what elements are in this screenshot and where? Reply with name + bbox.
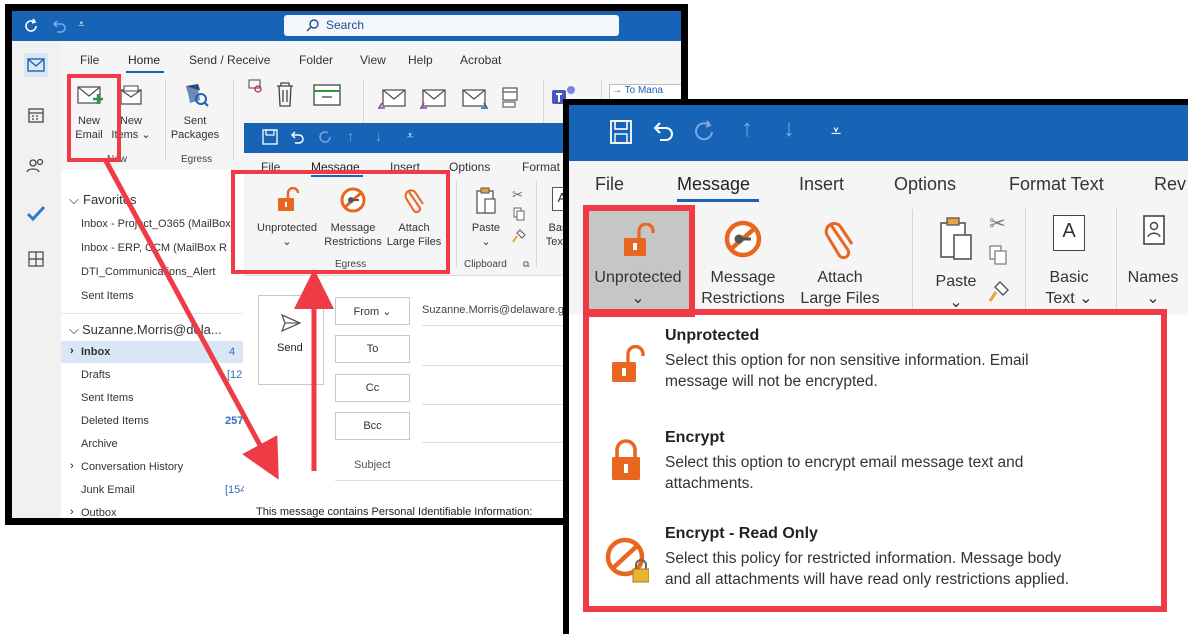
tab-message[interactable]: Message [677, 174, 750, 195]
quick-access-dropdown-icon[interactable]: ⩡ [831, 121, 841, 142]
message-restrictions-button[interactable]: Message Restrictions [697, 215, 789, 309]
names-button[interactable]: Names ⌄ [1121, 215, 1185, 309]
paperclip-icon [824, 217, 856, 261]
redo-icon[interactable] [693, 119, 717, 145]
copy-icon[interactable] [989, 245, 1007, 265]
separator [1025, 209, 1026, 309]
tab-file[interactable]: File [595, 174, 624, 195]
up-arrow-icon[interactable]: ↑ [741, 115, 753, 143]
tab-options[interactable]: Options [894, 174, 956, 195]
tab-insert[interactable]: Insert [799, 174, 844, 195]
dropdown-chevron-icon: ⌄ [1146, 290, 1160, 307]
basic-text-button[interactable]: A Basic Text ⌄ [1033, 215, 1105, 309]
tab-message-underline [677, 199, 759, 202]
restriction-icon [723, 219, 763, 259]
font-a-icon: A [1053, 215, 1085, 251]
zoomed-compose-window: ↑ ↓ ⩡ File Message Insert Options Format… [563, 99, 1188, 634]
zoom-title-bar: ↑ ↓ ⩡ [569, 105, 1188, 161]
undo-icon[interactable] [651, 119, 675, 143]
names-label: Names [1127, 269, 1179, 286]
separator [912, 209, 913, 309]
zoom-ribbon-tabs: File Message Insert Options Format Text … [569, 161, 1188, 205]
tab-review[interactable]: Rev [1154, 174, 1186, 195]
attach-large-files-button[interactable]: Attach Large Files [794, 215, 886, 309]
arrow-new-email-to-compose [103, 159, 279, 480]
separator [1116, 209, 1117, 309]
format-painter-icon[interactable] [988, 281, 1010, 303]
clipboard-icon [939, 217, 973, 261]
basic-text-label-1: Basic [1049, 269, 1089, 286]
tab-format-text[interactable]: Format Text [1009, 174, 1104, 195]
paste-button[interactable]: Paste ⌄ [929, 215, 983, 313]
unprotected-highlight [583, 205, 695, 317]
basic-text-label-2: Text ⌄ [1045, 290, 1093, 307]
down-arrow-icon[interactable]: ↓ [783, 115, 795, 143]
cut-icon[interactable]: ✂ [989, 211, 1006, 236]
options-highlight [583, 309, 1167, 612]
message-restrictions-label-1: Message [710, 269, 776, 286]
paste-label: Paste [935, 273, 977, 290]
address-book-icon [1143, 215, 1165, 245]
save-icon[interactable] [609, 119, 633, 145]
attach-large-files-label-1: Attach [817, 269, 863, 286]
attach-large-files-label-2: Large Files [800, 290, 880, 307]
message-restrictions-label-2: Restrictions [701, 290, 785, 307]
